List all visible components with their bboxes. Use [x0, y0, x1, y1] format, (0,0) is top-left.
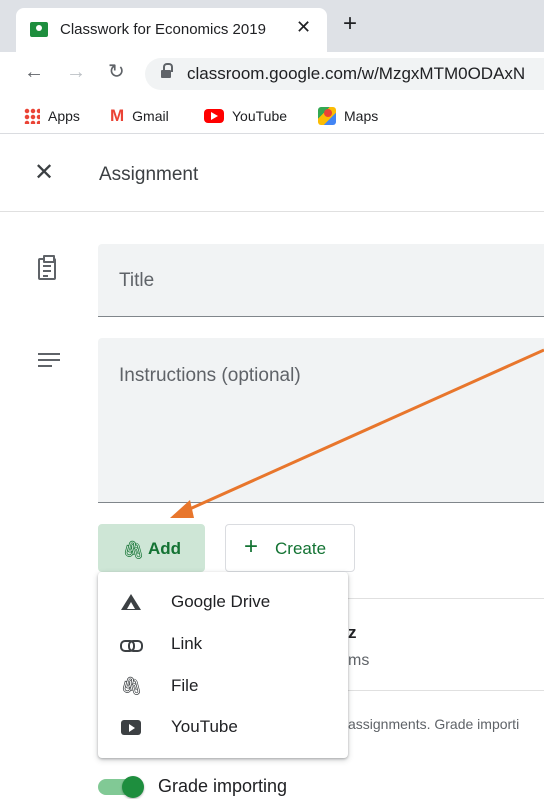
- browser-toolbar: ← → ↻ classroom.google.com/w/MzgxMTM0ODA…: [0, 52, 544, 96]
- bookmark-maps[interactable]: Maps: [318, 106, 378, 126]
- browser-tabstrip: Classwork for Economics 2019 ✕ +: [0, 0, 544, 52]
- assignment-clipboard-icon: [38, 255, 56, 280]
- gmail-icon: M: [110, 106, 125, 125]
- reload-icon[interactable]: ↻: [108, 60, 125, 84]
- google-drive-icon: [120, 592, 142, 612]
- youtube-icon: [120, 717, 142, 737]
- bookmark-label: Maps: [344, 108, 379, 124]
- forward-icon[interactable]: →: [66, 60, 86, 84]
- bookmarks-bar: Apps M Gmail YouTube Maps: [0, 96, 544, 134]
- link-icon: [120, 634, 143, 654]
- paperclip-icon: 🖇: [122, 540, 145, 560]
- title-input[interactable]: Title: [98, 244, 544, 317]
- add-attachment-button[interactable]: 🖇 Add: [98, 524, 205, 572]
- title-placeholder: Title: [119, 270, 155, 291]
- back-icon[interactable]: ←: [24, 60, 44, 84]
- toggle-knob: [122, 776, 144, 798]
- youtube-icon: [204, 109, 224, 123]
- bookmark-label: Apps: [48, 108, 80, 124]
- maps-icon: [318, 107, 336, 125]
- menu-item-label: Google Drive: [171, 592, 271, 611]
- divider: [320, 598, 544, 599]
- assignment-header: ✕ Assignment: [0, 134, 544, 212]
- tab-close-icon[interactable]: ✕: [296, 17, 311, 38]
- create-button[interactable]: + Create: [225, 524, 355, 572]
- bookmark-gmail[interactable]: M Gmail: [110, 106, 169, 126]
- menu-item-file[interactable]: 🖇 File: [98, 665, 348, 707]
- classroom-favicon-icon: [30, 22, 48, 37]
- background-text: assignments. Grade importi: [348, 716, 520, 732]
- tab-title: Classwork for Economics 2019: [60, 21, 266, 38]
- instructions-input[interactable]: Instructions (optional): [98, 338, 544, 503]
- menu-item-label: File: [171, 676, 199, 695]
- bookmark-apps[interactable]: Apps: [24, 106, 80, 126]
- bookmark-label: Gmail: [132, 108, 169, 124]
- notes-lines-icon: [38, 353, 60, 369]
- paperclip-icon: 🖇: [120, 676, 143, 696]
- address-bar[interactable]: classroom.google.com/w/MzgxMTM0ODAxN: [145, 58, 544, 90]
- close-icon[interactable]: ✕: [34, 161, 54, 185]
- grade-importing-label: Grade importing: [158, 776, 288, 796]
- browser-tab[interactable]: Classwork for Economics 2019 ✕: [16, 8, 327, 52]
- divider: [320, 690, 544, 691]
- menu-item-label: YouTube: [171, 717, 238, 736]
- grade-importing-toggle[interactable]: [98, 775, 146, 798]
- add-button-label: Add: [148, 539, 182, 558]
- menu-item-youtube[interactable]: YouTube: [98, 706, 348, 748]
- menu-item-label: Link: [171, 634, 203, 653]
- background-text: z: [348, 623, 357, 642]
- menu-item-link[interactable]: Link: [98, 623, 348, 665]
- instructions-placeholder: Instructions (optional): [119, 365, 301, 386]
- bookmark-label: YouTube: [232, 108, 288, 124]
- bookmark-youtube[interactable]: YouTube: [204, 106, 287, 126]
- background-text: ms: [348, 652, 370, 669]
- attach-menu: Google Drive Link 🖇 File YouTube: [98, 572, 348, 758]
- new-tab-button[interactable]: +: [343, 12, 357, 36]
- page-title: Assignment: [99, 164, 199, 185]
- create-button-label: Create: [275, 539, 327, 558]
- lock-icon[interactable]: [161, 63, 173, 79]
- apps-grid-icon: [24, 108, 40, 124]
- plus-icon: +: [244, 533, 259, 560]
- address-url[interactable]: classroom.google.com/w/MzgxMTM0ODAxN: [187, 64, 525, 84]
- menu-item-google-drive[interactable]: Google Drive: [98, 581, 348, 623]
